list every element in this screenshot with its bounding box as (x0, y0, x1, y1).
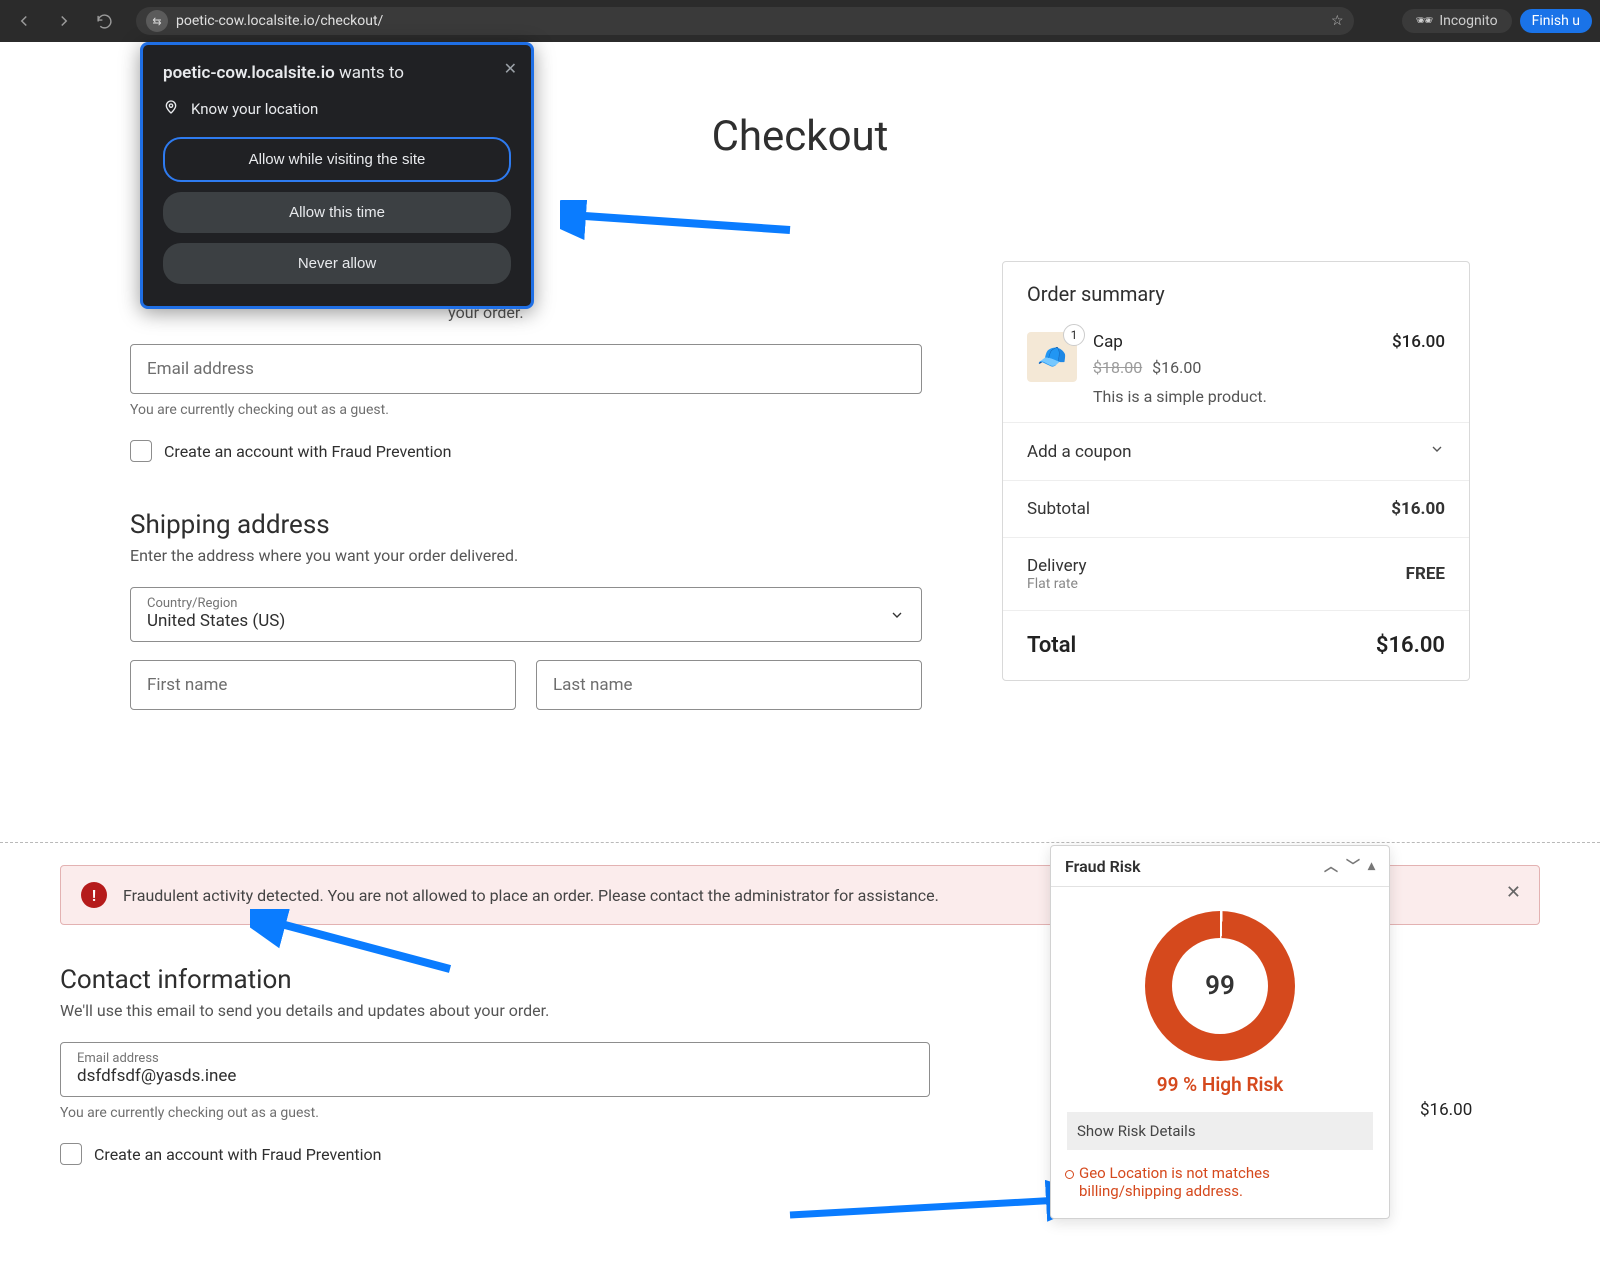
risk-score: 99 (1172, 938, 1268, 1034)
total-row: Total $16.00 (1003, 611, 1469, 680)
qty-badge: 1 (1063, 324, 1085, 346)
site-settings-icon[interactable]: ⇆ (146, 10, 168, 32)
section-divider (0, 842, 1600, 843)
delivery-row: Delivery Flat rate FREE (1003, 538, 1469, 611)
product-name: Cap (1093, 332, 1123, 352)
create-account-checkbox[interactable] (60, 1143, 82, 1165)
allow-this-time-button[interactable]: Allow this time (163, 192, 511, 233)
collapse-icon[interactable]: ▴ (1368, 858, 1375, 874)
chevron-down-icon (889, 607, 905, 628)
never-allow-button[interactable]: Never allow (163, 243, 511, 284)
order-summary-card: Order summary 🧢 1 Cap $16.00 $18.00 $1 (1002, 261, 1470, 681)
line-price: $16.00 (1392, 332, 1445, 352)
fraud-risk-panel: Fraud Risk ︿ ﹀ ▴ 99 99 % High Risk Show … (1050, 845, 1390, 1219)
forward-icon[interactable] (48, 5, 80, 37)
incognito-badge[interactable]: 🕶 Incognito (1402, 9, 1512, 33)
finish-button[interactable]: Finish u (1520, 9, 1592, 33)
guest-note: You are currently checking out as a gues… (60, 1105, 930, 1121)
alert-icon: ! (81, 882, 107, 908)
create-account-label: Create an account with Fraud Prevention (94, 1145, 382, 1164)
star-icon[interactable]: ☆ (1331, 13, 1344, 29)
create-account-checkbox[interactable] (130, 440, 152, 462)
close-icon[interactable]: ✕ (504, 59, 517, 78)
hidden-line-price: $16.00 (1420, 1100, 1472, 1120)
browser-chrome: ⇆ poetic-cow.localsite.io/checkout/ ☆ 🕶 … (0, 0, 1600, 42)
email-input[interactable]: Email address dsfdfsdf@yasds.inee (60, 1042, 930, 1097)
product-desc: This is a simple product. (1093, 387, 1445, 406)
url-text: poetic-cow.localsite.io/checkout/ (176, 13, 383, 29)
fraud-panel-title: Fraud Risk (1065, 857, 1141, 876)
old-price: $18.00 (1093, 358, 1142, 377)
contact-sub: We'll use this email to send you details… (60, 1001, 930, 1020)
risk-label: 99 % High Risk (1051, 1073, 1389, 1096)
address-bar[interactable]: ⇆ poetic-cow.localsite.io/checkout/ ☆ (136, 7, 1354, 35)
annotation-arrow (560, 200, 800, 264)
show-risk-details-button[interactable]: Show Risk Details (1067, 1112, 1373, 1150)
allow-while-visiting-button[interactable]: Allow while visiting the site (163, 137, 511, 182)
risk-reason: Geo Location is not matches billing/ship… (1051, 1150, 1389, 1218)
shipping-heading: Shipping address (130, 510, 922, 540)
permission-item: Know your location (163, 99, 511, 119)
permission-prompt: ✕ poetic-cow.localsite.io wants to Know … (140, 42, 534, 309)
reload-icon[interactable] (88, 5, 120, 37)
alert-text: Fraudulent activity detected. You are no… (123, 886, 939, 905)
location-pin-icon (163, 99, 179, 119)
cart-item: 🧢 1 Cap $16.00 $18.00 $16.00 This is a s… (1003, 316, 1469, 423)
guest-note: You are currently checking out as a gues… (130, 402, 922, 418)
dismiss-alert-icon[interactable]: ✕ (1506, 882, 1521, 903)
subtotal-row: Subtotal $16.00 (1003, 481, 1469, 538)
country-select[interactable]: Country/Region United States (US) (130, 587, 922, 642)
chevron-up-icon[interactable]: ︿ (1324, 856, 1338, 876)
current-price: $16.00 (1152, 358, 1201, 377)
back-icon[interactable] (8, 5, 40, 37)
chevron-down-icon (1429, 441, 1445, 462)
add-coupon-row[interactable]: Add a coupon (1003, 423, 1469, 481)
annotation-arrow (780, 1160, 1080, 1234)
product-thumbnail: 🧢 1 (1027, 332, 1077, 382)
shipping-sub: Enter the address where you want your or… (130, 546, 922, 565)
order-summary-heading: Order summary (1003, 262, 1469, 316)
permission-title: poetic-cow.localsite.io wants to (163, 63, 511, 83)
email-input[interactable]: Email address (130, 344, 922, 394)
risk-gauge: 99 (1145, 911, 1295, 1061)
incognito-icon: 🕶 (1416, 13, 1434, 29)
chevron-down-icon[interactable]: ﹀ (1346, 856, 1360, 876)
first-name-input[interactable]: First name (130, 660, 516, 710)
last-name-input[interactable]: Last name (536, 660, 922, 710)
create-account-label: Create an account with Fraud Prevention (164, 442, 452, 461)
